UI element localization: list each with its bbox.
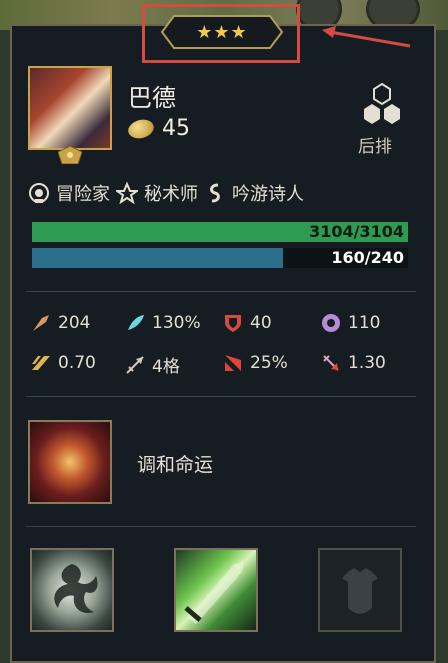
trait-label: 冒险家 [56, 184, 110, 205]
stat-armor[interactable]: 40 [222, 312, 272, 334]
divider [26, 526, 416, 527]
stat-crit-chance[interactable]: 25% [222, 352, 288, 374]
annotation-highlight-box [142, 4, 300, 63]
stat-value: 1.30 [348, 353, 386, 373]
stat-value: 130% [152, 313, 201, 333]
health-bar: 3104/3104 [32, 222, 408, 242]
crit-damage-icon [323, 355, 339, 371]
item-slot-3-empty[interactable] [318, 548, 402, 632]
item-slot-2[interactable] [174, 548, 258, 632]
item-green-blade-icon [184, 562, 244, 624]
arcanist-trait-icon [116, 182, 138, 204]
ability-power-icon [128, 315, 144, 330]
stat-crit-damage[interactable]: 1.30 [320, 352, 386, 374]
cost-value: 45 [162, 116, 190, 141]
trait-bard[interactable]: 吟游诗人 [204, 180, 304, 206]
mana-value: 160/240 [331, 248, 404, 267]
stat-attack-damage[interactable]: 204 [30, 312, 90, 334]
item-swirl-icon [54, 564, 98, 614]
range-icon [126, 355, 144, 374]
trait-adventurer[interactable]: 冒险家 [28, 180, 110, 206]
divider [26, 396, 416, 397]
trait-list: 冒险家 秘术师 吟游诗人 [28, 180, 304, 206]
backline-position-icon [364, 82, 400, 124]
position-label: 后排 [358, 137, 392, 157]
attack-damage-icon [33, 315, 49, 331]
stat-ability-power[interactable]: 130% [124, 312, 201, 334]
stat-range[interactable]: 4格 [124, 352, 180, 377]
crit-chance-icon [225, 355, 241, 371]
trait-arcanist[interactable]: 秘术师 [116, 180, 198, 206]
ability-name: 调和命运 [137, 454, 214, 476]
stat-magic-resist[interactable]: 110 [320, 312, 380, 334]
stat-value: 110 [348, 313, 381, 333]
mana-bar: 160/240 [32, 248, 408, 268]
item-slot-1[interactable] [30, 548, 114, 632]
empty-item-slot-icon [342, 568, 378, 614]
portrait-image [28, 66, 112, 150]
adventurer-trait-icon [29, 183, 49, 203]
attack-speed-icon [32, 356, 50, 370]
stat-value: 25% [250, 353, 288, 373]
annotation-arrow-icon [322, 26, 411, 48]
champion-name: 巴德 [128, 84, 176, 112]
champion-cost: 45 [126, 116, 190, 141]
stat-attack-speed[interactable]: 0.70 [30, 352, 96, 374]
divider [26, 291, 416, 292]
stat-value: 0.70 [58, 353, 96, 373]
stat-value: 4格 [152, 357, 180, 377]
bard-trait-icon [210, 183, 220, 203]
trait-label: 秘术师 [144, 184, 198, 205]
portrait-crest-icon [58, 146, 82, 164]
champion-portrait[interactable] [28, 66, 112, 166]
armor-icon [225, 315, 241, 332]
gold-coin-icon [126, 116, 156, 141]
health-value: 3104/3104 [309, 222, 404, 241]
stat-value: 40 [250, 313, 272, 333]
stat-value: 204 [58, 313, 91, 333]
trait-label: 吟游诗人 [232, 184, 304, 205]
mana-bar-fill [32, 248, 283, 268]
ability-icon[interactable] [28, 420, 112, 504]
magic-resist-icon [322, 314, 340, 332]
